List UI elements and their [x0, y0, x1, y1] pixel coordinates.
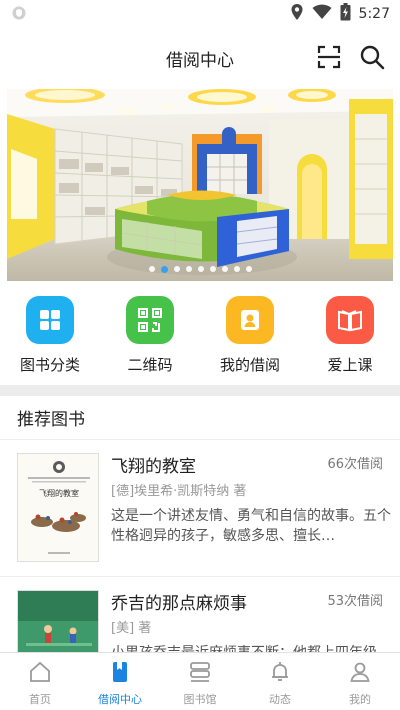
book-description: 这是一个讲述友情、勇气和自信的故事。五个性格迥异的孩子，敏感多思、擅长…: [111, 508, 391, 544]
carousel-dot[interactable]: [209, 266, 216, 272]
grid-icon: [26, 296, 74, 344]
book-title: 乔吉的那点麻烦事: [111, 594, 247, 614]
app-header: 借阅中心: [0, 28, 400, 88]
carousel-dot[interactable]: [233, 266, 240, 272]
status-bar: 5:27: [0, 0, 400, 28]
borrow-count: 53次借阅: [327, 594, 383, 609]
book-list-item[interactable]: 飞翔的教室 飞翔的教室 66次借阅 [德]埃里希·凯斯特纳 著 这是一个讲述友情…: [0, 440, 400, 577]
carousel-dot[interactable]: [221, 266, 228, 272]
home-icon: [28, 660, 52, 688]
quick-item-label: 我的借阅: [219, 356, 280, 374]
carousel-dot[interactable]: [245, 266, 252, 272]
book-list: 飞翔的教室 飞翔的教室 66次借阅 [德]埃里希·凯斯特纳 著 这是一个讲述友情…: [0, 440, 400, 652]
library-icon: [188, 660, 212, 688]
section-divider: [0, 385, 400, 396]
tab-label: 首页: [29, 693, 51, 706]
bookmark-book-icon: [108, 660, 132, 688]
carousel-dot[interactable]: [197, 266, 204, 272]
wifi-icon: [312, 4, 332, 24]
book-description: 小男孩乔吉最近麻烦事不断：他都上四年级了…: [111, 643, 391, 652]
library-interior-photo: [7, 89, 393, 281]
book-cover-title: 飞翔的教室: [39, 488, 79, 498]
battery-icon: [340, 3, 351, 25]
quick-item-label: 图书分类: [19, 356, 80, 374]
book-author: [美] 著: [111, 621, 152, 636]
borrow-count: 66次借阅: [327, 457, 383, 472]
scan-button[interactable]: [316, 44, 342, 70]
qrcode-icon: [126, 296, 174, 344]
quick-item-qrcode[interactable]: 二维码: [100, 296, 200, 380]
search-icon: [359, 45, 385, 74]
quick-item-love-class[interactable]: 爱上课: [300, 296, 400, 380]
tab-label: 图书馆: [183, 693, 217, 706]
bottom-tab-bar: 首页 借阅中心 图书馆 动态 我的: [0, 652, 400, 710]
tab-borrow-center[interactable]: 借阅中心: [80, 653, 160, 710]
tab-label: 动态: [269, 693, 291, 706]
app-screen: 5:27 借阅中心 图书分类 二维码 我的借阅 爱上课 推荐图书 飞翔的教室 飞…: [0, 0, 400, 710]
status-time: 5:27: [358, 6, 390, 22]
tab-feed[interactable]: 动态: [240, 653, 320, 710]
quick-menu: 图书分类 二维码 我的借阅 爱上课: [0, 296, 400, 380]
book-author: [德]埃里希·凯斯特纳 著: [111, 484, 247, 499]
carousel-dot[interactable]: [173, 266, 180, 272]
quick-item-my-borrow[interactable]: 我的借阅: [200, 296, 300, 380]
person-icon: [348, 660, 372, 688]
book-title: 飞翔的教室: [111, 457, 196, 477]
banner-carousel[interactable]: [7, 89, 393, 281]
tab-library[interactable]: 图书馆: [160, 653, 240, 710]
tab-label: 我的: [349, 693, 371, 706]
carousel-dot[interactable]: [148, 266, 155, 272]
carousel-dot[interactable]: [160, 266, 168, 273]
book-cover: [17, 590, 99, 652]
carousel-dots: [7, 266, 393, 273]
search-button[interactable]: [359, 44, 385, 70]
tab-home[interactable]: 首页: [0, 653, 80, 710]
location-icon: [290, 3, 304, 25]
quick-item-label: 二维码: [127, 356, 173, 374]
section-title: 推荐图书: [17, 410, 85, 430]
open-book-icon: [326, 296, 374, 344]
book-cover: 飞翔的教室: [17, 453, 99, 562]
bell-icon: [268, 660, 292, 688]
scan-icon: [316, 45, 342, 74]
shield-icon: [12, 5, 26, 24]
carousel-dot[interactable]: [185, 266, 192, 272]
tab-mine[interactable]: 我的: [320, 653, 400, 710]
quick-item-label: 爱上课: [327, 356, 373, 374]
tab-label: 借阅中心: [98, 693, 142, 706]
user-icon: [226, 296, 274, 344]
quick-item-categories[interactable]: 图书分类: [0, 296, 100, 380]
book-list-item[interactable]: 乔吉的那点麻烦事 53次借阅 [美] 著 小男孩乔吉最近麻烦事不断：他都上四年级…: [0, 577, 400, 652]
